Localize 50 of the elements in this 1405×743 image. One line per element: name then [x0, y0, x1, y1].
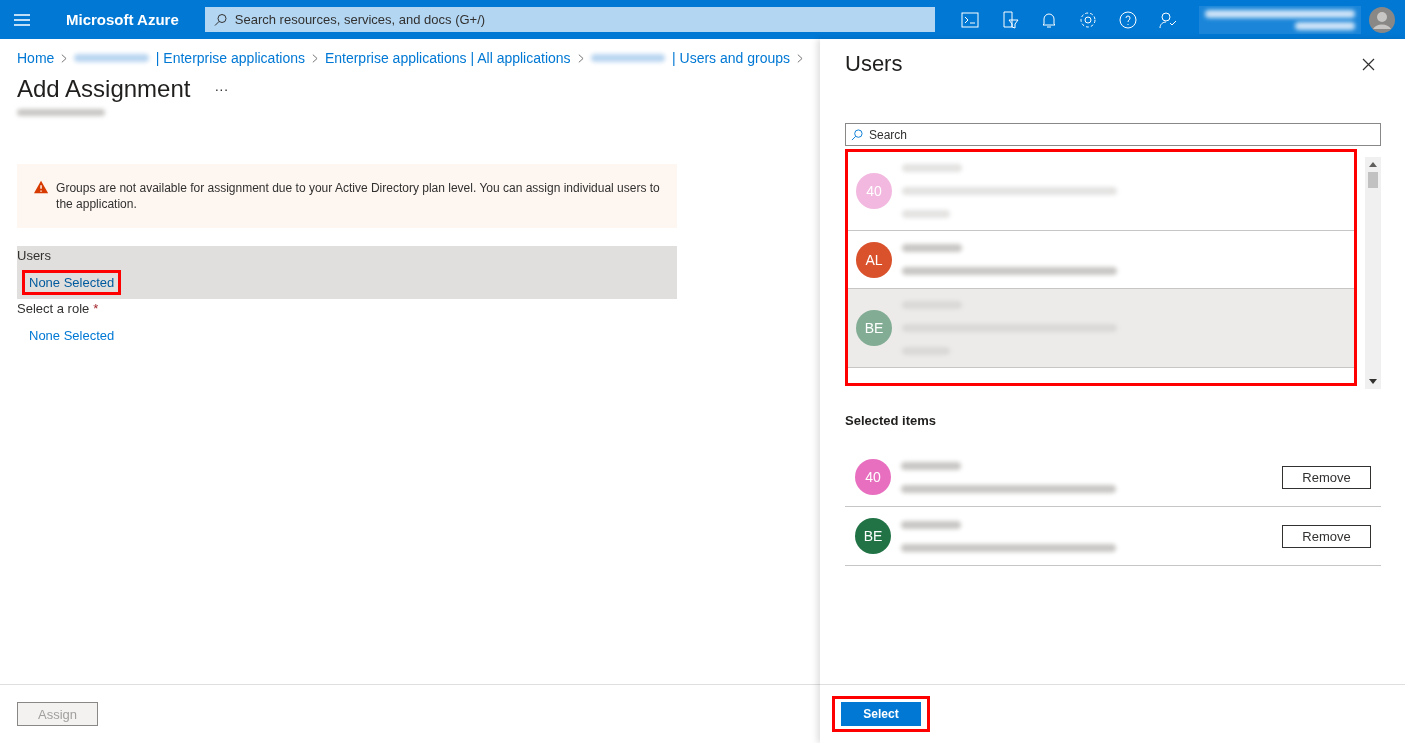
redacted-text [902, 210, 950, 218]
remove-button[interactable]: Remove [1282, 465, 1371, 489]
terminal-icon[interactable] [960, 11, 979, 28]
warning-icon [34, 180, 49, 194]
bell-icon[interactable] [1040, 10, 1057, 29]
breadcrumb-link[interactable]: | Users and groups [672, 50, 791, 66]
required-mark: * [93, 301, 99, 316]
breadcrumb-link[interactable]: Home [17, 50, 55, 66]
select-button[interactable]: Select [841, 702, 921, 726]
search-field[interactable]: Search resources, services, and docs (G+/) [204, 7, 935, 32]
user-row[interactable]: BE [848, 289, 1354, 368]
filter-icon[interactable] [1000, 10, 1019, 29]
redacted-text [902, 164, 962, 172]
user-avatar: AL [856, 241, 892, 278]
close-icon[interactable] [1362, 57, 1375, 71]
chevron-icon [577, 52, 584, 64]
scrollbar-thumb[interactable] [1368, 172, 1378, 188]
redacted-text [901, 520, 961, 529]
chevron-icon [61, 52, 68, 64]
redacted-text [901, 461, 961, 470]
user-avatar: 40 [855, 459, 891, 495]
account-redacted[interactable] [1199, 5, 1361, 34]
page-title: Add Assignment [17, 75, 191, 103]
breadcrumb-link[interactable]: | Enterprise applications [155, 50, 305, 66]
avatar-icon[interactable] [1369, 6, 1395, 33]
none-selected-link[interactable]: None Selected [22, 323, 122, 348]
breadcrumb-link[interactable]: Enterprise applications | All applications [324, 50, 571, 66]
feedback-icon[interactable] [1158, 10, 1177, 29]
scroll-down-icon[interactable] [1369, 379, 1377, 384]
field-label: Select a role [17, 301, 90, 316]
scroll-up-icon[interactable] [1369, 162, 1377, 167]
none-selected-link[interactable]: None Selected [22, 270, 122, 295]
brand-name[interactable]: Microsoft Azure [66, 11, 179, 28]
scrollbar[interactable] [1365, 157, 1381, 389]
field-label: Users [17, 248, 51, 263]
remove-button[interactable]: Remove [1282, 524, 1371, 548]
user-avatar: BE [856, 310, 892, 346]
search-field[interactable]: Search [845, 123, 1381, 146]
user-avatar: 40 [856, 173, 892, 209]
help-icon[interactable] [1118, 10, 1137, 29]
panel-title: Users [845, 51, 903, 77]
settings-icon[interactable] [1078, 10, 1097, 29]
chevron-icon [797, 52, 803, 64]
section-heading: Selected items [845, 413, 938, 428]
menu-icon[interactable] [14, 13, 30, 26]
redacted-text [902, 244, 962, 252]
chevron-icon [312, 52, 318, 64]
warning-text: Groups are not available for assignment due to your Active Directory plan level. You can assign individual users to the application. [56, 180, 661, 212]
user-avatar: BE [855, 518, 891, 554]
more-button[interactable]: ··· [214, 81, 229, 97]
